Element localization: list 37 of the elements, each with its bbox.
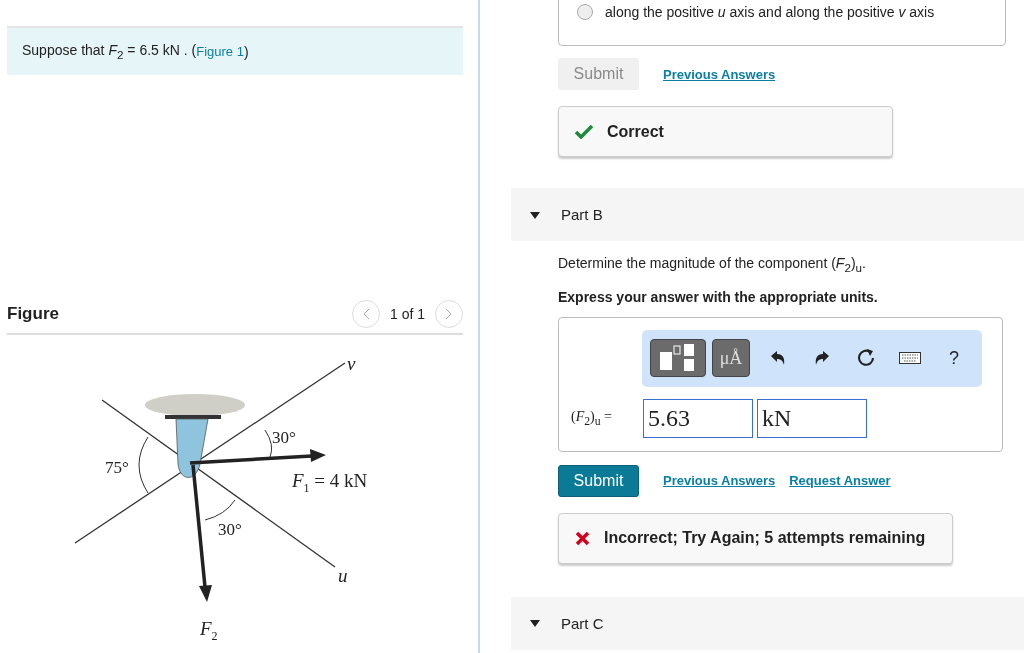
instruction-text: Express your answer with the appropriate units.	[558, 288, 879, 305]
answer-option[interactable]: along the positive u axis and along the positive v axis	[558, 0, 1006, 46]
option-text: along the positive u axis and along the positive v axis	[605, 4, 935, 20]
templates-button[interactable]	[650, 339, 706, 378]
axis-label: v	[347, 353, 356, 374]
answer-link[interactable]: Request Answer	[789, 473, 891, 489]
angle-label: 75°	[105, 458, 129, 477]
help-button[interactable]: ?	[932, 339, 976, 378]
page-counter: 1 of 1	[389, 306, 425, 322]
axis-label: u	[338, 565, 348, 586]
force-label: F$_{1}$ = 4 kN	[292, 470, 368, 495]
question-text: Determine the magnitude of the component (F$_{2}$)$_{u}$.	[558, 255, 867, 274]
feedback-banner: Incorrect; Try Again; 5 attempts remaining	[558, 512, 953, 564]
figure-title: Figure	[7, 304, 60, 324]
radio-button[interactable]	[577, 4, 593, 20]
answer-link[interactable]: Previous Answers	[663, 66, 776, 82]
unit-field[interactable]: kN	[757, 398, 867, 438]
check-icon	[575, 124, 593, 139]
answer-label: (F$_{2}$)$_{u}$ =	[571, 408, 613, 428]
chevron-right-icon	[445, 308, 453, 320]
angle-label: 30°	[218, 520, 242, 539]
submit-button[interactable]: Submit	[558, 464, 639, 497]
value-field[interactable]: 5.63	[643, 398, 753, 438]
part-header[interactable]: Part B	[511, 188, 1024, 241]
force-label: F$_{2}$	[200, 618, 218, 643]
figure-link[interactable]: Figure 1	[196, 44, 244, 59]
units-button[interactable]: μÅ	[712, 339, 750, 378]
bracket-drawing	[165, 415, 221, 478]
caret-icon[interactable]	[529, 618, 541, 629]
cross-icon	[575, 530, 590, 546]
part-header[interactable]: Part C	[511, 596, 1024, 650]
caret-icon[interactable]	[529, 209, 541, 220]
angle-label: 30°	[272, 428, 296, 447]
chevron-left-icon	[361, 308, 370, 320]
answer-link[interactable]: Previous Answers	[663, 473, 776, 489]
feedback-banner: Correct	[558, 106, 893, 157]
problem-statement: Suppose that F$_{2}$ = 6.5 kN . (Figure 1)	[7, 26, 463, 75]
